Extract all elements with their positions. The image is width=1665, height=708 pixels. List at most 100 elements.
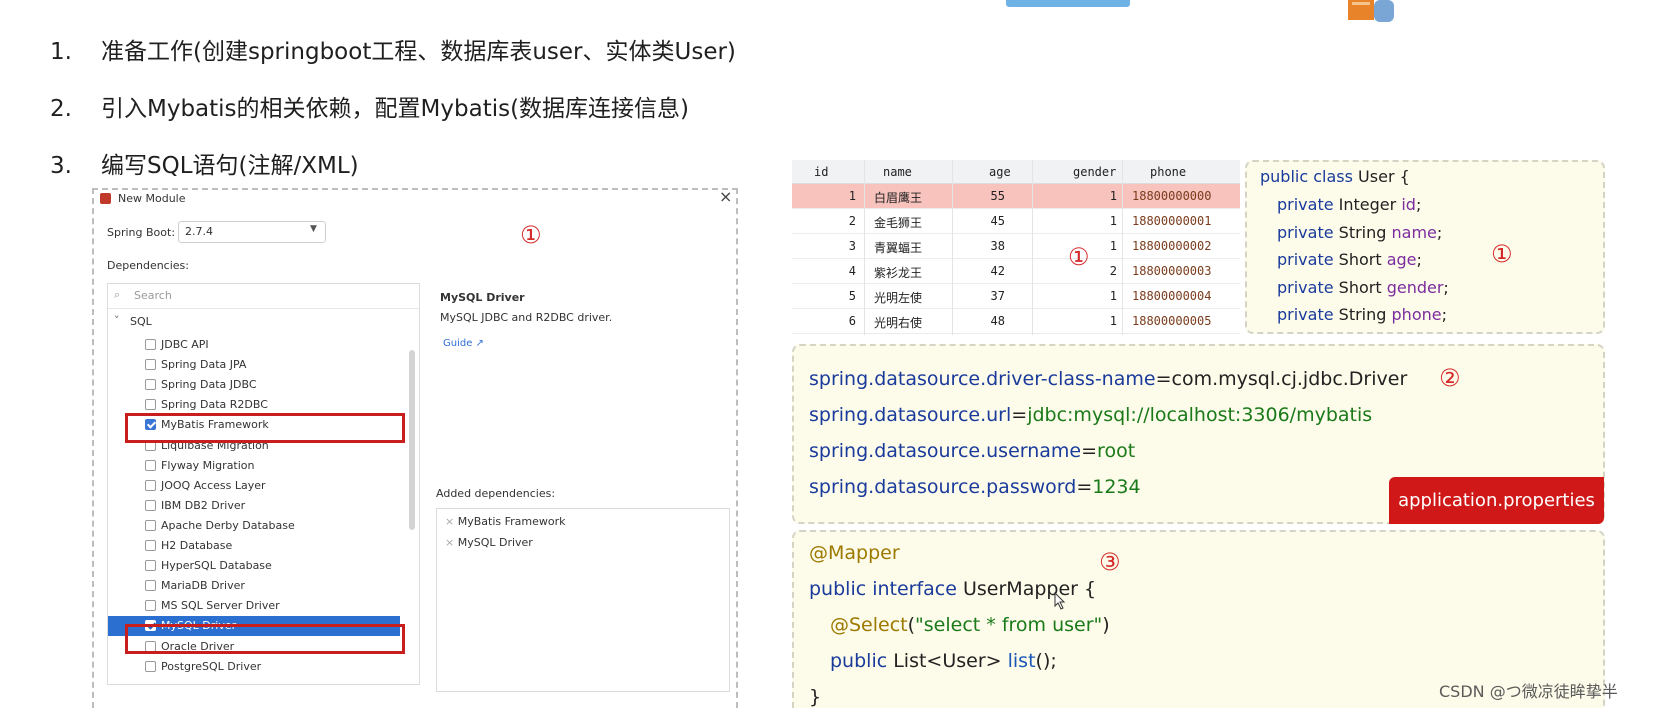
cell-gender: 2 bbox=[1109, 264, 1117, 278]
checkbox[interactable] bbox=[145, 499, 156, 511]
sql-string: "select * from user" bbox=[915, 614, 1103, 636]
cell-id: 5 bbox=[848, 289, 856, 303]
search-icon: ⌕ bbox=[114, 288, 121, 301]
scrollbar[interactable] bbox=[409, 350, 415, 530]
marker-1-table: ① bbox=[1068, 243, 1090, 271]
dependency-item[interactable]: Apache Derby Database bbox=[108, 516, 400, 536]
database-icon bbox=[1346, 0, 1396, 22]
cell-name: 光明左使 bbox=[874, 291, 923, 305]
dependency-item[interactable]: PostgreSQL Driver bbox=[108, 657, 400, 677]
cell-phone: 18800000003 bbox=[1132, 264, 1212, 278]
marker-2: ② bbox=[1439, 364, 1461, 392]
checkbox[interactable] bbox=[145, 519, 156, 531]
checkbox[interactable] bbox=[145, 459, 156, 471]
checkbox[interactable] bbox=[145, 600, 156, 612]
checkbox[interactable] bbox=[145, 359, 156, 371]
checkbox[interactable] bbox=[145, 399, 156, 411]
cell-id: 1 bbox=[848, 189, 856, 203]
added-item[interactable]: × MySQL Driver bbox=[445, 536, 533, 549]
dependencies-label: Dependencies: bbox=[107, 259, 189, 272]
cell-phone: 18800000001 bbox=[1132, 214, 1212, 228]
dependency-item[interactable]: H2 Database bbox=[108, 536, 400, 556]
column-age[interactable]: age bbox=[989, 165, 1011, 179]
dependency-label: JDBC API bbox=[161, 338, 209, 351]
mouse-cursor-icon bbox=[1054, 591, 1066, 614]
close-icon[interactable]: × bbox=[719, 187, 732, 206]
column-id[interactable]: id bbox=[814, 165, 828, 179]
checkbox[interactable] bbox=[145, 660, 156, 672]
return-type: List<User> bbox=[893, 650, 1002, 672]
dependency-item[interactable]: Spring Data JPA bbox=[108, 355, 400, 375]
search-input[interactable]: ⌕ Search bbox=[108, 284, 419, 309]
mapper-annotation: @Mapper bbox=[809, 542, 900, 564]
checkbox[interactable] bbox=[145, 580, 156, 592]
chevron-down-icon: ▼ bbox=[310, 224, 317, 234]
dependency-item[interactable]: JDBC API bbox=[108, 335, 400, 355]
cell-phone: 18800000002 bbox=[1132, 239, 1212, 253]
dialog-title: New Module bbox=[118, 192, 186, 205]
step-3-text: 编写SQL语句(注解/XML) bbox=[101, 153, 359, 179]
table-row[interactable]: 3 青翼蝠王 38 1 18800000002 bbox=[792, 234, 1240, 259]
keyword: public interface bbox=[809, 578, 957, 600]
cell-age: 45 bbox=[990, 214, 1005, 228]
dependency-item[interactable]: JOOQ Access Layer bbox=[108, 476, 400, 496]
guide-link[interactable]: Guide ↗ bbox=[443, 338, 484, 349]
column-gender[interactable]: gender bbox=[1073, 165, 1116, 179]
cell-id: 3 bbox=[848, 239, 856, 253]
marker-1-entity: ① bbox=[1491, 240, 1513, 268]
table-row[interactable]: 1 白眉鹰王 55 1 18800000000 bbox=[792, 184, 1240, 209]
watermark: CSDN @つ微凉徒眸挚半 bbox=[1439, 682, 1618, 701]
checkbox[interactable] bbox=[145, 379, 156, 391]
cell-age: 42 bbox=[990, 264, 1005, 278]
cell-id: 2 bbox=[848, 214, 856, 228]
dependency-item[interactable]: IBM DB2 Driver bbox=[108, 496, 400, 516]
dependency-item[interactable]: MariaDB Driver bbox=[108, 576, 400, 596]
chevron-down-icon[interactable]: ˅ bbox=[114, 314, 120, 327]
checkbox[interactable] bbox=[145, 339, 156, 350]
table-row[interactable]: 2 金毛狮王 45 1 18800000001 bbox=[792, 209, 1240, 234]
cell-age: 48 bbox=[990, 314, 1005, 328]
property-line: spring.datasource.password=1234 bbox=[809, 476, 1141, 498]
table-row[interactable]: 5 光明左使 37 1 18800000004 bbox=[792, 284, 1240, 309]
intellij-icon bbox=[100, 193, 111, 204]
file-badge: application.properties bbox=[1389, 477, 1604, 524]
step-1: 1. 准备工作(创建springboot工程、数据库表user、实体类User) bbox=[50, 39, 736, 65]
checkbox[interactable] bbox=[145, 479, 156, 491]
cell-gender: 1 bbox=[1109, 189, 1117, 203]
dependency-item[interactable]: HyperSQL Database bbox=[108, 556, 400, 576]
keyword: public class bbox=[1260, 167, 1353, 186]
dependency-item[interactable]: Flyway Migration bbox=[108, 456, 400, 476]
step-3: 3. 编写SQL语句(注解/XML) bbox=[50, 153, 359, 179]
column-phone[interactable]: phone bbox=[1150, 165, 1186, 179]
class-name: User { bbox=[1358, 167, 1410, 186]
highlight-mysql bbox=[125, 624, 405, 654]
checkbox[interactable] bbox=[145, 540, 156, 551]
dependency-label: Spring Data R2DBC bbox=[161, 398, 268, 412]
field-line: private String name; bbox=[1277, 222, 1443, 242]
marker-3: ③ bbox=[1099, 548, 1121, 576]
method-name: list bbox=[1007, 650, 1036, 672]
highlight-mybatis bbox=[125, 413, 405, 443]
dependency-label: MariaDB Driver bbox=[161, 579, 245, 593]
dependency-label: HyperSQL Database bbox=[161, 559, 272, 573]
dependency-label: MS SQL Server Driver bbox=[161, 599, 280, 613]
dependency-label: Spring Data JPA bbox=[161, 358, 247, 372]
spring-boot-select[interactable]: 2.7.4 ▼ bbox=[178, 221, 326, 243]
property-line: spring.datasource.driver-class-name=com.… bbox=[809, 368, 1408, 390]
checkbox[interactable] bbox=[145, 560, 156, 572]
dependency-item[interactable]: MS SQL Server Driver bbox=[108, 596, 400, 616]
added-item[interactable]: × MyBatis Framework bbox=[445, 515, 566, 528]
cell-gender: 1 bbox=[1109, 289, 1117, 303]
interface-name: UserMapper { bbox=[963, 578, 1097, 600]
cell-age: 38 bbox=[990, 239, 1005, 253]
dependency-label: IBM DB2 Driver bbox=[161, 498, 246, 512]
table-row[interactable]: 6 光明右使 48 1 18800000005 bbox=[792, 309, 1240, 334]
table-row[interactable]: 4 紫衫龙王 42 2 18800000003 bbox=[792, 259, 1240, 284]
detail-description: MySQL JDBC and R2DBC driver. bbox=[440, 311, 613, 324]
added-dependencies-list: × MyBatis Framework × MySQL Driver bbox=[436, 508, 730, 692]
column-name[interactable]: name bbox=[883, 165, 912, 179]
cell-name: 紫衫龙王 bbox=[874, 266, 923, 280]
cell-id: 4 bbox=[848, 264, 856, 278]
dependency-item[interactable]: Spring Data JDBC bbox=[108, 375, 400, 395]
dependency-label: PostgreSQL Driver bbox=[161, 659, 262, 673]
